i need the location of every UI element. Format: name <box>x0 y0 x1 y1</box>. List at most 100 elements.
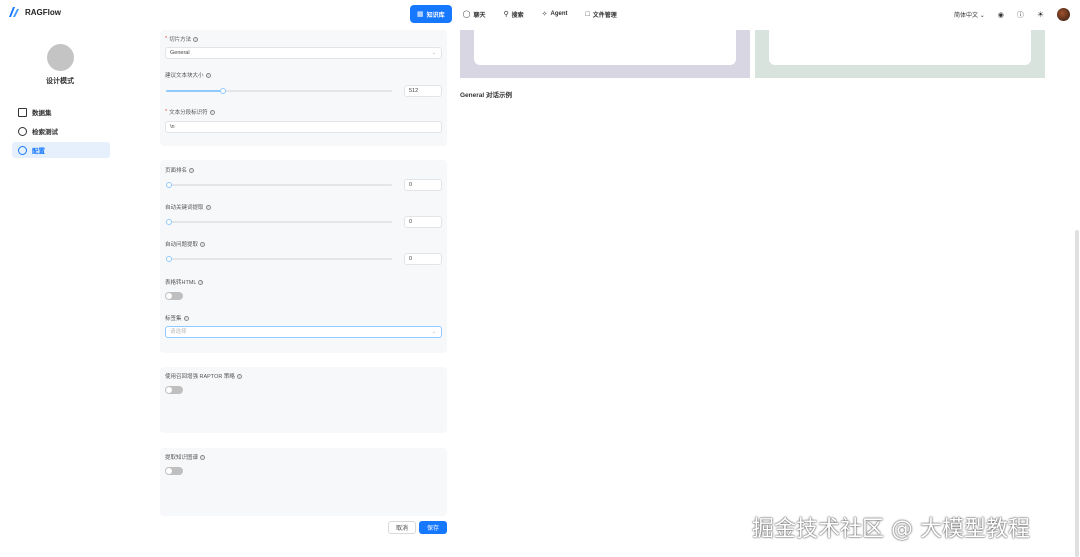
sidebar-item-label: 检索测试 <box>32 129 58 136</box>
help-icon[interactable]: ⓘ <box>1017 10 1024 20</box>
chunk-method-value: General <box>170 50 190 56</box>
page-rank-slider[interactable] <box>166 182 392 188</box>
sidebar-item-label: 配置 <box>32 148 45 155</box>
preview-image-card-2 <box>755 30 1045 78</box>
sidebar-item-label: 数据集 <box>32 110 52 117</box>
chevron-down-icon: ⌄ <box>979 13 985 19</box>
auto-questions-slider[interactable] <box>166 256 392 262</box>
nav-file-management[interactable]: □ 文件管理 <box>579 5 624 23</box>
page-rank-input[interactable]: 0 <box>404 179 442 191</box>
agent-icon: ✧ <box>541 11 548 18</box>
tag-set-placeholder: 请选择 <box>170 329 187 335</box>
user-avatar[interactable] <box>1057 8 1070 21</box>
nav-agent[interactable]: ✧ Agent <box>535 5 575 23</box>
chunking-settings-panel: * 切片方法? General ⌄ 建议文本块大小? 512 * 文本分段标识符? \… <box>160 30 447 146</box>
github-icon[interactable]: ◉ <box>998 11 1004 19</box>
language-selector[interactable]: 简体中文 ⌄ <box>954 10 985 19</box>
auto-keywords-input[interactable]: 0 <box>404 216 442 228</box>
help-icon[interactable]: ? <box>236 373 242 379</box>
toggle-knob <box>166 387 172 393</box>
settings-icon <box>18 145 27 155</box>
nav-label: 聊天 <box>473 12 486 19</box>
nav-chat[interactable]: ◯ 聊天 <box>456 5 493 23</box>
ragflow-logo-icon <box>9 7 19 17</box>
preview-image-content <box>769 30 1031 65</box>
toggle-knob <box>166 293 172 299</box>
cancel-button[interactable]: 取消 <box>388 521 416 534</box>
chat-icon: ◯ <box>462 11 471 18</box>
sidebar-menu: 数据集 检索测试 配置 <box>12 104 110 161</box>
page-scrollbar[interactable] <box>1075 230 1079 557</box>
auto-keywords-label: 自动关键词提取? <box>165 204 211 211</box>
nav-search[interactable]: ⚲ 搜索 <box>497 5 531 23</box>
toggle-knob <box>166 468 172 474</box>
theme-toggle-icon[interactable]: ☀ <box>1037 10 1044 19</box>
nav-label: 知识库 <box>426 12 445 19</box>
knowledge-base-avatar <box>47 44 74 71</box>
chevron-down-icon: ⌄ <box>431 50 436 56</box>
nav-label: 文件管理 <box>592 12 617 19</box>
preview-title: General 对话示例 <box>460 92 513 99</box>
app-logo[interactable]: RAGFlow <box>8 6 61 18</box>
nav-label: Agent <box>550 11 568 17</box>
slider-handle[interactable] <box>219 88 226 94</box>
help-icon[interactable]: ? <box>183 315 189 321</box>
chunk-method-label: * 切片方法? <box>165 36 199 43</box>
app-name: RAGFlow <box>25 7 61 17</box>
nav-knowledge-base[interactable]: ▦ 知识库 <box>410 5 452 23</box>
tags-label: 标签集? <box>165 315 189 322</box>
page-rank-label: 页面排名? <box>165 167 195 174</box>
raptor-label: 使用召回增强 RAPTOR 策略? <box>165 373 242 380</box>
preview-image-content <box>474 30 736 65</box>
knowledge-base-name: 设计模式 <box>46 78 74 85</box>
knowledge-graph-toggle[interactable] <box>165 467 183 475</box>
chunk-size-slider[interactable] <box>166 88 392 94</box>
slider-handle[interactable] <box>166 219 172 225</box>
save-button[interactable]: 保存 <box>419 521 447 534</box>
delimiter-input[interactable]: \n <box>165 121 442 133</box>
help-icon[interactable]: ? <box>200 241 206 247</box>
chunk-method-select[interactable]: General ⌄ <box>165 47 442 59</box>
delimiter-label: * 文本分段标识符? <box>165 109 215 116</box>
advanced-settings-panel: 页面排名? 0 自动关键词提取? 0 自动问题提取? 0 表格转HTML? 标签… <box>160 160 447 353</box>
auto-keywords-slider[interactable] <box>166 219 392 225</box>
auto-questions-label: 自动问题提取? <box>165 241 206 248</box>
target-icon <box>18 126 27 136</box>
document-icon <box>18 107 27 117</box>
main-nav: ▦ 知识库 ◯ 聊天 ⚲ 搜索 ✧ Agent □ 文件管理 <box>410 5 624 23</box>
chevron-down-icon: ⌄ <box>431 329 436 335</box>
slider-fill <box>166 90 223 92</box>
slider-handle[interactable] <box>166 256 172 262</box>
help-icon[interactable]: ? <box>198 279 204 285</box>
help-icon[interactable]: ? <box>193 36 199 42</box>
folder-icon: □ <box>585 10 590 18</box>
auto-questions-input[interactable]: 0 <box>404 253 442 265</box>
chunk-size-label: 建议文本块大小? <box>165 72 211 79</box>
preview-image-card-1 <box>460 30 750 78</box>
sidebar-item-configuration[interactable]: 配置 <box>12 142 110 158</box>
knowledge-graph-label: 提取知识图谱? <box>165 454 206 461</box>
html-to-excel-toggle[interactable] <box>165 292 183 300</box>
tag-set-select[interactable]: 请选择 ⌄ <box>165 326 442 338</box>
nav-label: 搜索 <box>511 12 524 19</box>
language-label: 简体中文 <box>954 13 979 19</box>
raptor-toggle[interactable] <box>165 386 183 394</box>
chunk-size-input[interactable]: 512 <box>404 85 442 97</box>
database-icon: ▦ <box>417 11 424 18</box>
top-bar: RAGFlow ▦ 知识库 ◯ 聊天 ⚲ 搜索 ✧ Agent □ 文件管理 简… <box>0 0 1080 30</box>
help-icon[interactable]: ? <box>205 204 211 210</box>
header-tools: 简体中文 ⌄ ◉ ⓘ ☀ <box>954 8 1070 21</box>
help-icon[interactable]: ? <box>189 167 195 173</box>
search-icon: ⚲ <box>503 11 509 18</box>
sidebar-item-dataset[interactable]: 数据集 <box>12 104 110 120</box>
help-icon[interactable]: ? <box>205 72 211 78</box>
html-to-excel-label: 表格转HTML? <box>165 279 204 286</box>
slider-handle[interactable] <box>166 182 172 188</box>
help-icon[interactable]: ? <box>209 109 215 115</box>
raptor-panel: 使用召回增强 RAPTOR 策略? <box>160 367 447 433</box>
watermark: 掘金技术社区 @ 大模型教程 <box>752 517 1030 542</box>
help-icon[interactable]: ? <box>200 454 206 460</box>
knowledge-graph-panel: 提取知识图谱? <box>160 448 447 516</box>
sidebar-item-retrieval-testing[interactable]: 检索测试 <box>12 123 110 139</box>
sidebar: 设计模式 数据集 检索测试 配置 <box>0 30 120 557</box>
